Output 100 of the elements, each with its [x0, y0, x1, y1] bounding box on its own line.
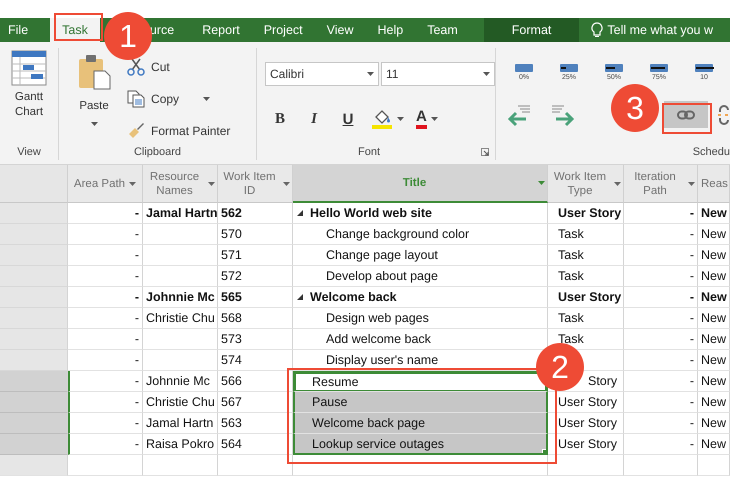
paintbrush-icon [127, 122, 146, 140]
table-cell: User Story [548, 203, 624, 224]
table-cell: - [624, 203, 698, 224]
column-header[interactable]: Reas [698, 165, 730, 203]
scissors-icon [127, 58, 146, 76]
collapse-triangle-icon[interactable] [297, 294, 303, 300]
caret-icon [430, 117, 438, 121]
table-cell: New [698, 308, 730, 329]
dropdown-caret-icon[interactable] [367, 72, 374, 76]
table-cell: - [624, 266, 698, 287]
table-cell: Welcome back [293, 287, 548, 308]
dropdown-caret-icon[interactable] [129, 182, 136, 186]
ribbon-tab[interactable]: urce [150, 18, 190, 42]
collapse-triangle-icon[interactable] [297, 210, 303, 216]
table-cell: Task [548, 266, 624, 287]
table-cell: New [698, 392, 730, 413]
ribbon-tab[interactable]: Help [366, 18, 416, 42]
table-cell: Change page layout [293, 245, 548, 266]
step-number-badge: 2 [536, 343, 584, 391]
italic-button[interactable]: I [299, 106, 329, 132]
table-cell: - [68, 203, 143, 224]
clipboard-icon [77, 54, 112, 90]
table-cell: New [698, 413, 730, 434]
copy-button[interactable]: Copy [127, 88, 230, 110]
table-cell: User Story [548, 392, 624, 413]
table-cell: - [624, 392, 698, 413]
table-cell: 572 [218, 266, 293, 287]
table-cell: - [68, 434, 143, 455]
table-cell: - [624, 371, 698, 392]
table-cell: New [698, 245, 730, 266]
search-prompt[interactable]: Tell me what you w [607, 23, 713, 37]
ribbon-tab[interactable]: Team [415, 18, 470, 42]
table-cell: New [698, 287, 730, 308]
table-cell: Task [548, 245, 624, 266]
caret-icon [203, 97, 210, 101]
table-cell: Johnnie Mc [143, 287, 218, 308]
table-cell: Design web pages [293, 308, 548, 329]
dropdown-caret-icon[interactable] [688, 182, 695, 186]
table-cell: Jamal Hartn [143, 413, 218, 434]
link-tasks-button[interactable] [664, 101, 708, 128]
chain-link-icon [677, 110, 695, 120]
table-cell: - [68, 371, 143, 392]
table-cell: Add welcome back [293, 329, 548, 350]
table-cell: Jamal Hartn [143, 203, 218, 224]
table-cell: - [624, 413, 698, 434]
group-label: Clipboard [132, 145, 182, 160]
table-cell: Welcome back page [293, 413, 548, 434]
table-cell: - [624, 308, 698, 329]
table-cell: - [68, 413, 143, 434]
table-cell: - [624, 329, 698, 350]
dropdown-caret-icon[interactable] [283, 182, 290, 186]
column-header[interactable]: Resource Names [143, 165, 218, 203]
table-cell: Develop about page [293, 266, 548, 287]
column-header[interactable]: Iteration Path [624, 165, 698, 203]
ribbon-tab[interactable]: Project [252, 18, 315, 42]
table-cell: 562 [218, 203, 293, 224]
table-cell: New [698, 203, 730, 224]
table-cell: - [624, 245, 698, 266]
font-name-dropdown[interactable]: Calibri [265, 62, 379, 86]
bold-button[interactable]: B [265, 106, 295, 132]
table-cell: Christie Chu [143, 392, 218, 413]
copy-icon [127, 90, 146, 108]
table-cell: User Story [548, 287, 624, 308]
column-header[interactable]: Work Item ID [218, 165, 293, 203]
table-cell: 570 [218, 224, 293, 245]
font-color-button[interactable]: A [412, 106, 442, 132]
broken-link-icon[interactable] [716, 104, 730, 126]
table-cell [698, 455, 730, 476]
indent-arrow-icon[interactable] [550, 102, 574, 126]
dropdown-caret-icon[interactable] [614, 182, 621, 186]
paint-bucket-icon [371, 108, 393, 130]
table-cell: - [624, 287, 698, 308]
ribbon-tab[interactable]: Format [484, 18, 580, 42]
table-cell: New [698, 371, 730, 392]
gantt-chart-button[interactable]: Gantt Chart [4, 50, 54, 144]
column-header[interactable]: Area Path [68, 165, 143, 203]
table-cell: - [68, 392, 143, 413]
ribbon-tab[interactable]: Report [190, 18, 252, 42]
table-cell: Raisa Pokro [143, 434, 218, 455]
table-cell: User Story [548, 434, 624, 455]
table-cell: 565 [218, 287, 293, 308]
column-header[interactable]: Work Item Type [548, 165, 624, 203]
table-cell: New [698, 350, 730, 371]
table-cell: - [68, 224, 143, 245]
dropdown-caret-icon[interactable] [208, 182, 215, 186]
underline-button[interactable]: U [333, 106, 363, 132]
table-cell: - [624, 224, 698, 245]
table-cell: New [698, 329, 730, 350]
table-cell: Pause [293, 392, 548, 413]
ribbon-tab[interactable]: File [0, 18, 38, 42]
format-painter-button[interactable]: Format Painter [127, 120, 230, 142]
caret-icon [397, 117, 404, 121]
dropdown-caret-icon[interactable] [483, 72, 490, 76]
table-cell: New [698, 434, 730, 455]
lightbulb-icon [591, 22, 604, 38]
ribbon-tab[interactable]: View [314, 18, 366, 42]
font-size-dropdown[interactable]: 11 [381, 62, 495, 86]
table-cell: - [68, 287, 143, 308]
outdent-arrow-icon[interactable] [508, 102, 532, 126]
dialog-launcher-icon[interactable] [481, 148, 489, 156]
